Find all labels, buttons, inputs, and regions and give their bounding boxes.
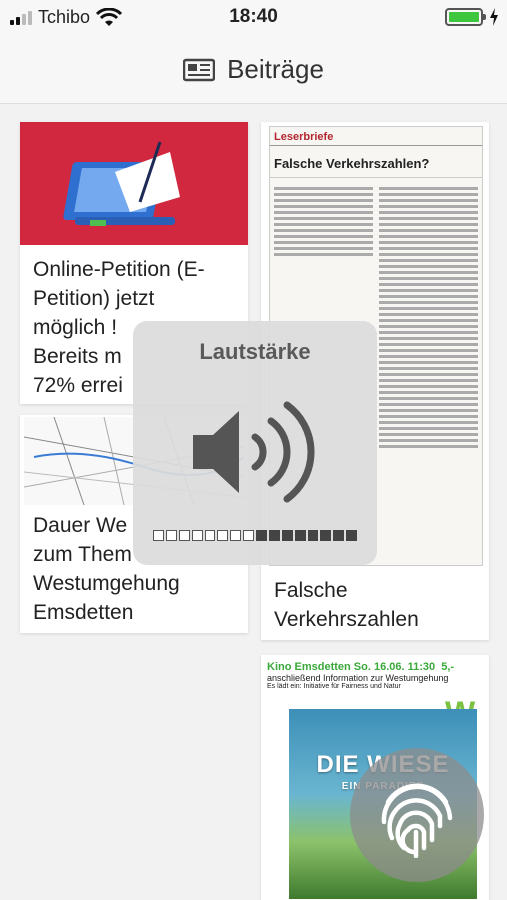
- volume-segment: [243, 530, 254, 541]
- post-title-line: Emsdetten: [33, 601, 134, 624]
- poster-small: Es lädt ein: Initiative für Fairness und…: [267, 683, 401, 690]
- status-time: 18:40: [229, 6, 278, 27]
- charging-icon: [490, 8, 498, 26]
- post-image-petition: [20, 122, 248, 245]
- volume-segment: [153, 530, 164, 541]
- volume-segment: [256, 530, 267, 541]
- speaker-icon: [193, 401, 315, 503]
- volume-segment: [281, 530, 293, 541]
- volume-segment: [333, 530, 345, 541]
- volume-segment: [178, 530, 190, 541]
- volume-segment: [165, 530, 177, 541]
- volume-segment: [217, 530, 229, 541]
- fingerprint-icon: [381, 783, 453, 858]
- volume-segment: [230, 530, 242, 541]
- poster-subline: anschließend Information zur Westumgehun…: [267, 673, 449, 683]
- newspaper-icon: [183, 58, 216, 81]
- volume-hud: Lautstärke: [133, 321, 377, 565]
- volume-segment: [320, 530, 332, 541]
- page-title: Beiträge: [227, 54, 324, 84]
- volume-segment: [346, 530, 357, 541]
- battery-icon: [445, 8, 486, 26]
- volume-segment: [294, 530, 306, 541]
- volume-segment: [191, 530, 203, 541]
- post-title-line: Petition) jetzt: [33, 287, 155, 310]
- poster-headline: Kino Emsdetten So. 16.06. 11:30: [267, 661, 436, 673]
- volume-level-bar: [153, 530, 357, 541]
- clipping-section: Leserbriefe: [270, 127, 482, 146]
- volume-segment: [307, 530, 319, 541]
- touch-id-button[interactable]: [350, 748, 484, 882]
- nav-bar: Beiträge: [0, 36, 507, 104]
- volume-segment: [204, 530, 216, 541]
- post-title-line: Falsche: [274, 579, 348, 602]
- post-title-line: Online-Petition (E-: [33, 258, 205, 281]
- volume-title: Lautstärke: [199, 339, 311, 364]
- status-bar: Tchibo 18:40: [0, 0, 507, 36]
- clipping-headline: Falsche Verkehrszahlen?: [270, 146, 482, 178]
- post-title-line: Westumgehung: [33, 572, 180, 595]
- post-title-line: Verkehrszahlen: [274, 608, 419, 631]
- poster-price: 5,-: [441, 661, 455, 673]
- volume-segment: [268, 530, 280, 541]
